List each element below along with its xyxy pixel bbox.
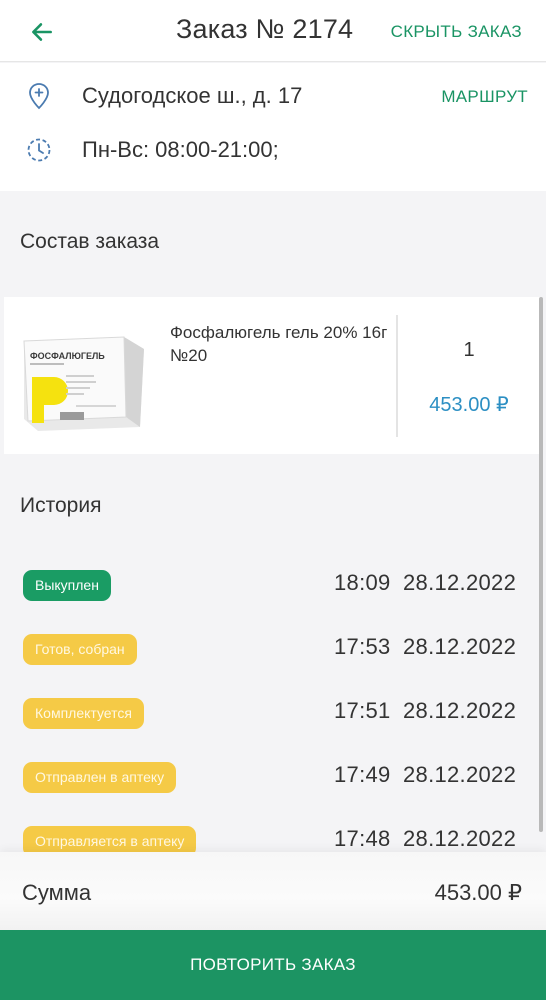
app-header: Заказ № 2174 СКРЫТЬ ЗАКАЗ xyxy=(0,0,546,62)
order-item[interactable]: ФОСФАЛЮГЕЛЬ P Фосфалюгель гель 20% 16г №… xyxy=(4,297,540,454)
history-time: 17:53 xyxy=(334,634,391,659)
address-row: Судогодское ш., д. 17 МАРШРУТ xyxy=(0,75,546,115)
item-divider xyxy=(396,315,398,437)
sum-label: Сумма xyxy=(22,880,92,905)
order-section-title: Состав заказа xyxy=(20,230,160,253)
status-badge: Готов, собран xyxy=(23,634,137,665)
history-row: Комплектуется 17:51 28.12.2022 xyxy=(0,694,546,734)
status-badge: Отправлен в аптеку xyxy=(23,762,177,793)
sum-value: 453.00 ₽ xyxy=(434,880,522,905)
status-badge: Выкуплен xyxy=(23,570,111,601)
clock-icon xyxy=(27,138,51,162)
product-price: 453.00 ₽ xyxy=(429,394,509,416)
hide-order-button[interactable]: СКРЫТЬ ЗАКАЗ xyxy=(391,22,522,42)
status-badge: Комплектуется xyxy=(23,698,144,729)
history-date: 28.12.2022 xyxy=(403,570,517,595)
route-button[interactable]: МАРШРУТ xyxy=(441,87,528,107)
history-time: 17:51 xyxy=(334,698,391,723)
pharmacy-address: Судогодское ш., д. 17 xyxy=(82,83,303,108)
pharmacy-hours: Пн-Вс: 08:00-21:00; xyxy=(82,137,279,162)
history-time: 17:49 xyxy=(334,762,391,787)
order-sum-bar: Сумма 453.00 ₽ xyxy=(0,852,546,930)
scrollbar[interactable] xyxy=(539,297,543,832)
product-quantity: 1 xyxy=(463,339,475,361)
arrow-left-icon xyxy=(32,23,52,41)
pharmacy-info: Судогодское ш., д. 17 МАРШРУТ Пн-Вс: 08:… xyxy=(0,63,546,191)
history-row: Выкуплен 18:09 28.12.2022 xyxy=(0,566,546,606)
history-date: 28.12.2022 xyxy=(403,698,517,723)
package-brand-text: ФОСФАЛЮГЕЛЬ xyxy=(30,351,105,361)
history-date: 28.12.2022 xyxy=(403,634,517,659)
location-pin-icon xyxy=(29,83,49,110)
back-button[interactable] xyxy=(22,12,62,52)
history-row: Готов, собран 17:53 28.12.2022 xyxy=(0,630,546,670)
repeat-order-button[interactable]: ПОВТОРИТЬ ЗАКАЗ xyxy=(0,930,546,1000)
history-time: 17:48 xyxy=(334,826,391,851)
history-date: 28.12.2022 xyxy=(403,762,517,787)
product-name: Фосфалюгель гель 20% 16г №20 xyxy=(170,323,388,365)
product-image: ФОСФАЛЮГЕЛЬ P xyxy=(23,336,144,431)
history-section-title: История xyxy=(20,494,102,517)
history-date: 28.12.2022 xyxy=(403,826,517,851)
history-time: 18:09 xyxy=(334,570,391,595)
history-row: Отправлен в аптеку 17:49 28.12.2022 xyxy=(0,758,546,798)
page-title: Заказ № 2174 xyxy=(176,14,354,44)
hours-row: Пн-Вс: 08:00-21:00; xyxy=(0,129,546,169)
